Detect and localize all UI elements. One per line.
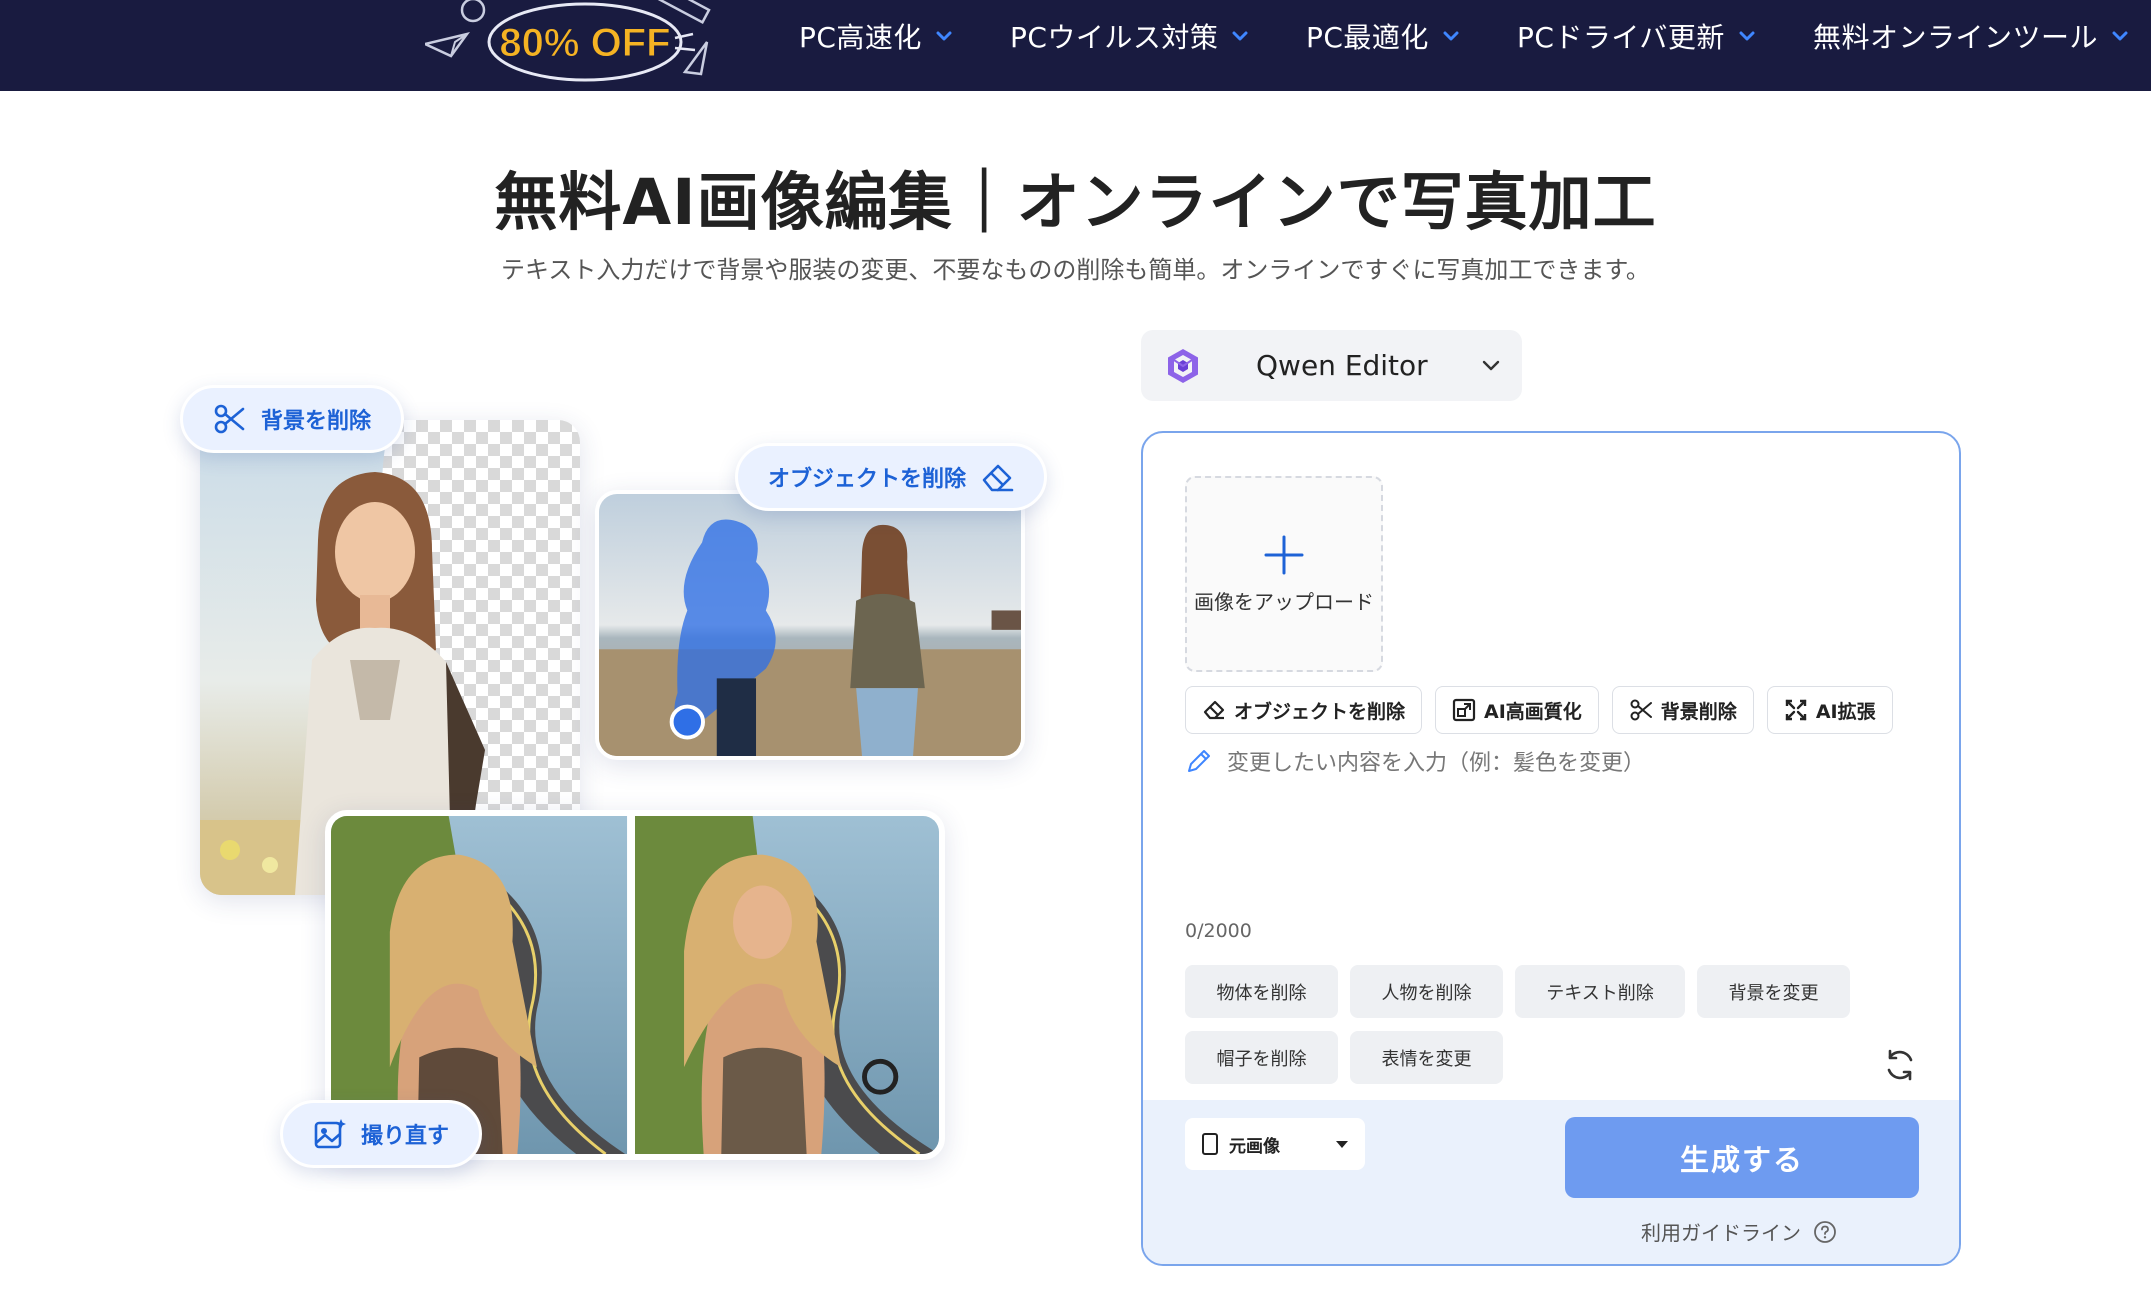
usage-guideline-label: 利用ガイドライン [1641,1221,1801,1245]
nav-item-label: PC最適化 [1306,21,1429,54]
refresh-icon[interactable] [1883,1048,1917,1082]
chevron-down-icon [1443,30,1459,42]
nav-item-pc-driver[interactable]: PCドライバ更新 [1517,14,1755,58]
nav-item-pc-speedup[interactable]: PC高速化 [799,14,952,58]
remove-background-feature-tag: 背景を削除 [180,385,405,453]
plus-icon [1264,535,1304,574]
suggestion-chip-remove-hat[interactable]: 帽子を削除 [1185,1031,1338,1084]
qwen-logo-icon [1168,348,1198,383]
remove-background-tool-button[interactable]: 背景削除 [1611,686,1754,734]
model-selector-dropdown[interactable]: Qwen Editor [1141,330,1522,401]
nav-item-online-tools[interactable]: 無料オンラインツール [1813,14,2128,58]
chevron-down-icon [1482,360,1500,370]
ai-expand-tool-button[interactable]: AI拡張 [1766,686,1893,734]
image-editor-panel: 画像をアップロード オブジェクトを削除 AI高画質化 背景削除 AI拡張 変更し… [1141,431,1961,1266]
character-counter: 0/2000 [1185,920,1252,942]
suggestion-chip-remove-text[interactable]: テキスト削除 [1515,965,1685,1018]
usage-guideline-link[interactable]: 利用ガイドライン [1641,1217,1837,1246]
model-name: Qwen Editor [1256,349,1428,382]
nav-item-label: PCウイルス対策 [1010,21,1219,54]
remove-background-feature-label: 背景を削除 [261,409,372,434]
image-edit-icon [313,1117,347,1151]
suggestion-chip-change-background[interactable]: 背景を変更 [1697,965,1850,1018]
prompt-input[interactable]: 変更したい内容を入力（例：髪色を変更） [1185,745,1925,895]
suggestion-chip-change-expression[interactable]: 表情を変更 [1350,1031,1503,1084]
nav-item-label: 無料オンラインツール [1813,21,2099,54]
pencil-icon [1188,750,1210,772]
scissors-icon [213,402,247,436]
chevron-down-icon [1232,30,1248,42]
tool-label: 背景削除 [1660,700,1737,723]
tool-buttons: オブジェクトを削除 AI高画質化 背景削除 AI拡張 [1185,686,1893,734]
chevron-down-icon [1739,30,1755,42]
eraser-icon [1202,698,1226,722]
page-title: 無料AI画像編集｜オンラインで写真加工 [494,166,1657,239]
feature-showcase: 背景を削除 オブジェクトを削除 撮り直す [170,375,1070,1205]
tool-label: AI高画質化 [1484,700,1582,723]
aspect-ratio-icon [1202,1133,1218,1155]
suggestion-chip-remove-person[interactable]: 人物を削除 [1350,965,1503,1018]
promo-banner[interactable]: 80% OFF [425,0,715,90]
nav-item-pc-antivirus[interactable]: PCウイルス対策 [1010,14,1248,58]
aspect-ratio-select[interactable]: 元画像 [1185,1118,1365,1170]
image-upload-area[interactable]: 画像をアップロード [1185,476,1383,672]
suggestion-chip-remove-object[interactable]: 物体を削除 [1185,965,1338,1018]
retake-feature-tag: 撮り直す [280,1100,483,1168]
chevron-down-icon [936,30,952,42]
top-navigation: 80% OFF PC高速化 PCウイルス対策 PC最適化 PCドライバ更新 無料… [0,0,2151,91]
generate-button[interactable]: 生成する [1565,1117,1919,1198]
retake-feature-label: 撮り直す [361,1124,450,1149]
ai-upscale-tool-button[interactable]: AI高画質化 [1435,686,1599,734]
eraser-icon [980,460,1014,494]
promo-text: 80% OFF [499,21,670,65]
remove-object-example-image [595,490,1025,760]
nav-item-label: PCドライバ更新 [1517,21,1725,54]
suggestion-chips: 物体を削除 人物を削除 テキスト削除 背景を変更 帽子を削除 表情を変更 [1185,965,1865,1084]
page-subtitle: テキスト入力だけで背景や服装の変更、不要なものの削除も簡単。オンラインですぐに写… [501,256,1650,284]
generate-bar: 元画像 生成する 利用ガイドライン [1143,1100,1959,1264]
nav-item-label: PC高速化 [799,21,922,54]
promo-badge-graphic: 80% OFF [425,0,711,82]
tool-label: AI拡張 [1815,700,1876,723]
tool-label: オブジェクトを削除 [1234,700,1406,723]
upload-label: 画像をアップロード [1194,589,1374,614]
remove-object-feature-tag: オブジェクトを削除 [735,443,1048,511]
upscale-icon [1452,698,1476,722]
aspect-ratio-value: 元画像 [1229,1136,1280,1157]
chevron-down-icon [2112,30,2128,42]
nav-item-pc-optimize[interactable]: PC最適化 [1306,14,1459,58]
expand-icon [1784,698,1808,722]
remove-object-feature-label: オブジェクトを削除 [768,467,967,492]
scissors-icon [1629,698,1653,722]
help-icon [1814,1220,1836,1243]
prompt-placeholder: 変更したい内容を入力（例：髪色を変更） [1227,751,1646,776]
caret-down-icon [1336,1141,1348,1148]
remove-object-tool-button[interactable]: オブジェクトを削除 [1185,686,1423,734]
